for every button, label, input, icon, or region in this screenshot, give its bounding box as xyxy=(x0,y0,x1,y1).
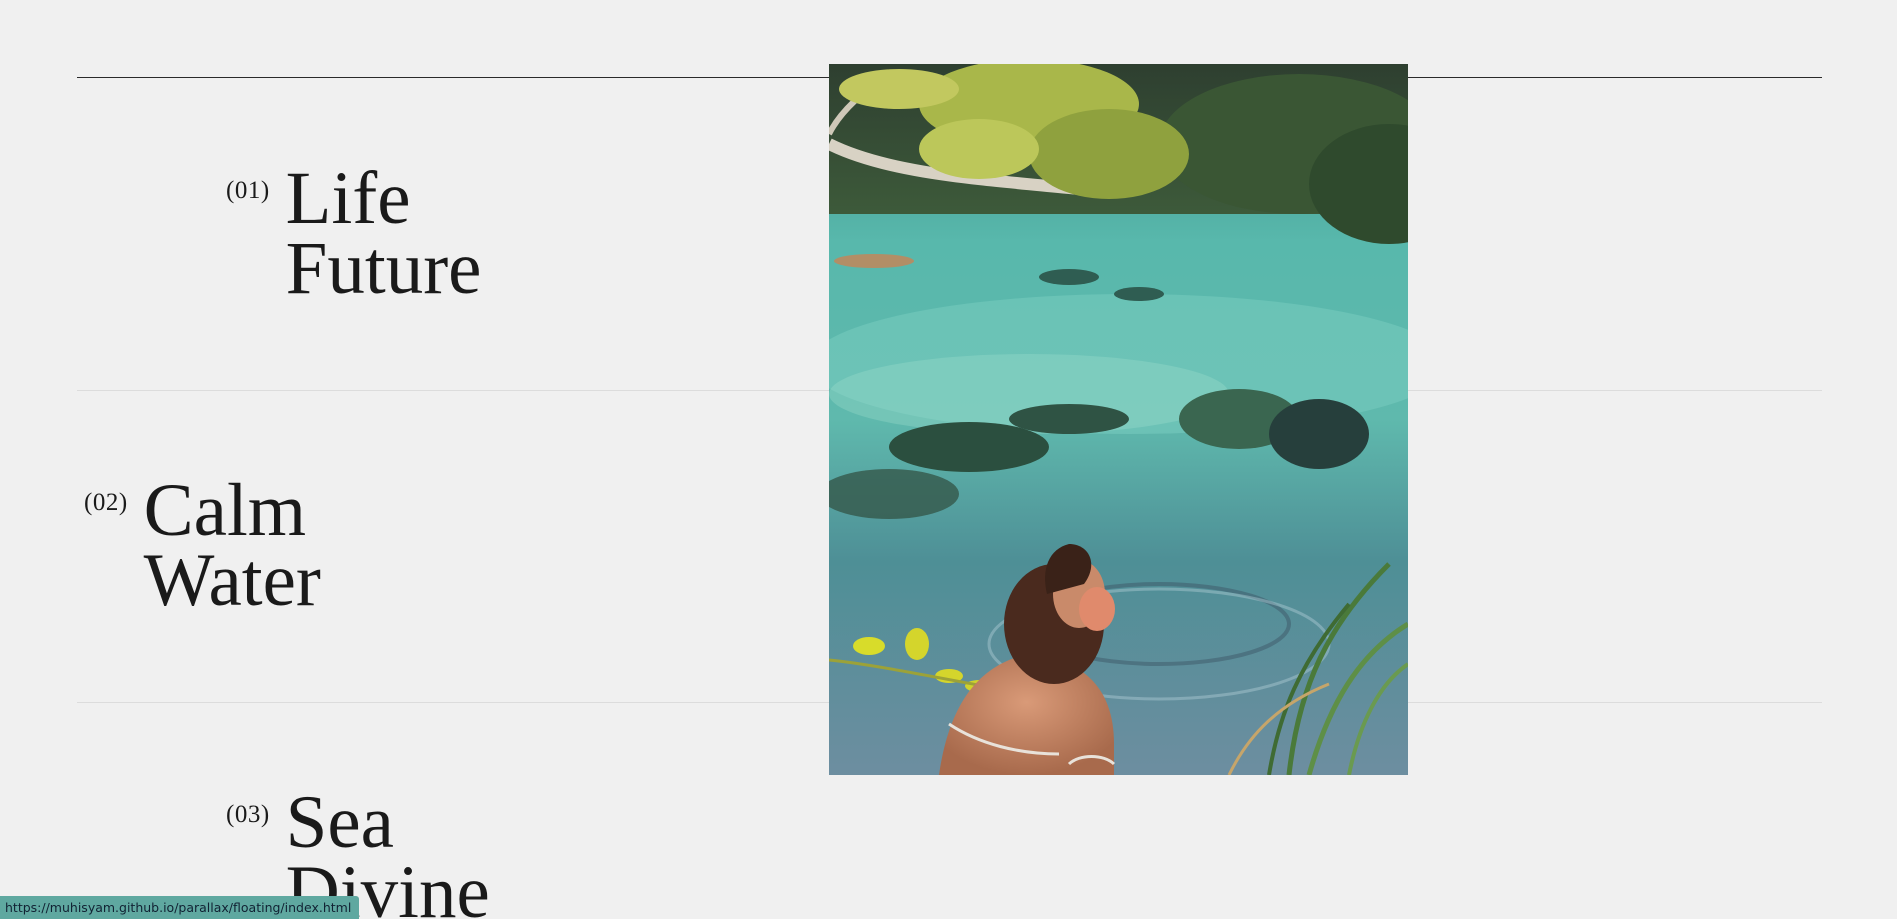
item-number: (03) xyxy=(226,801,270,828)
item-title-line: Life xyxy=(285,157,411,240)
lagoon-photo-image xyxy=(829,64,1408,775)
list-item-life-future[interactable]: (01) Life Future xyxy=(226,157,482,310)
item-title-line: Future xyxy=(285,227,482,310)
item-title-line: Calm xyxy=(143,469,307,552)
floating-photo xyxy=(829,64,1408,775)
page: (01) Life Future (02) Calm Water (03) Se… xyxy=(0,0,1897,919)
item-title-line: Water xyxy=(143,539,321,622)
item-title: Calm Water xyxy=(143,469,321,622)
item-number: (01) xyxy=(226,177,270,204)
item-title-line: Sea xyxy=(285,781,394,864)
status-bar-url: https://muhisyam.github.io/parallax/floa… xyxy=(0,896,360,919)
item-title: Life Future xyxy=(285,157,482,310)
list-item-calm-water[interactable]: (02) Calm Water xyxy=(84,469,321,622)
item-number: (02) xyxy=(84,489,128,516)
